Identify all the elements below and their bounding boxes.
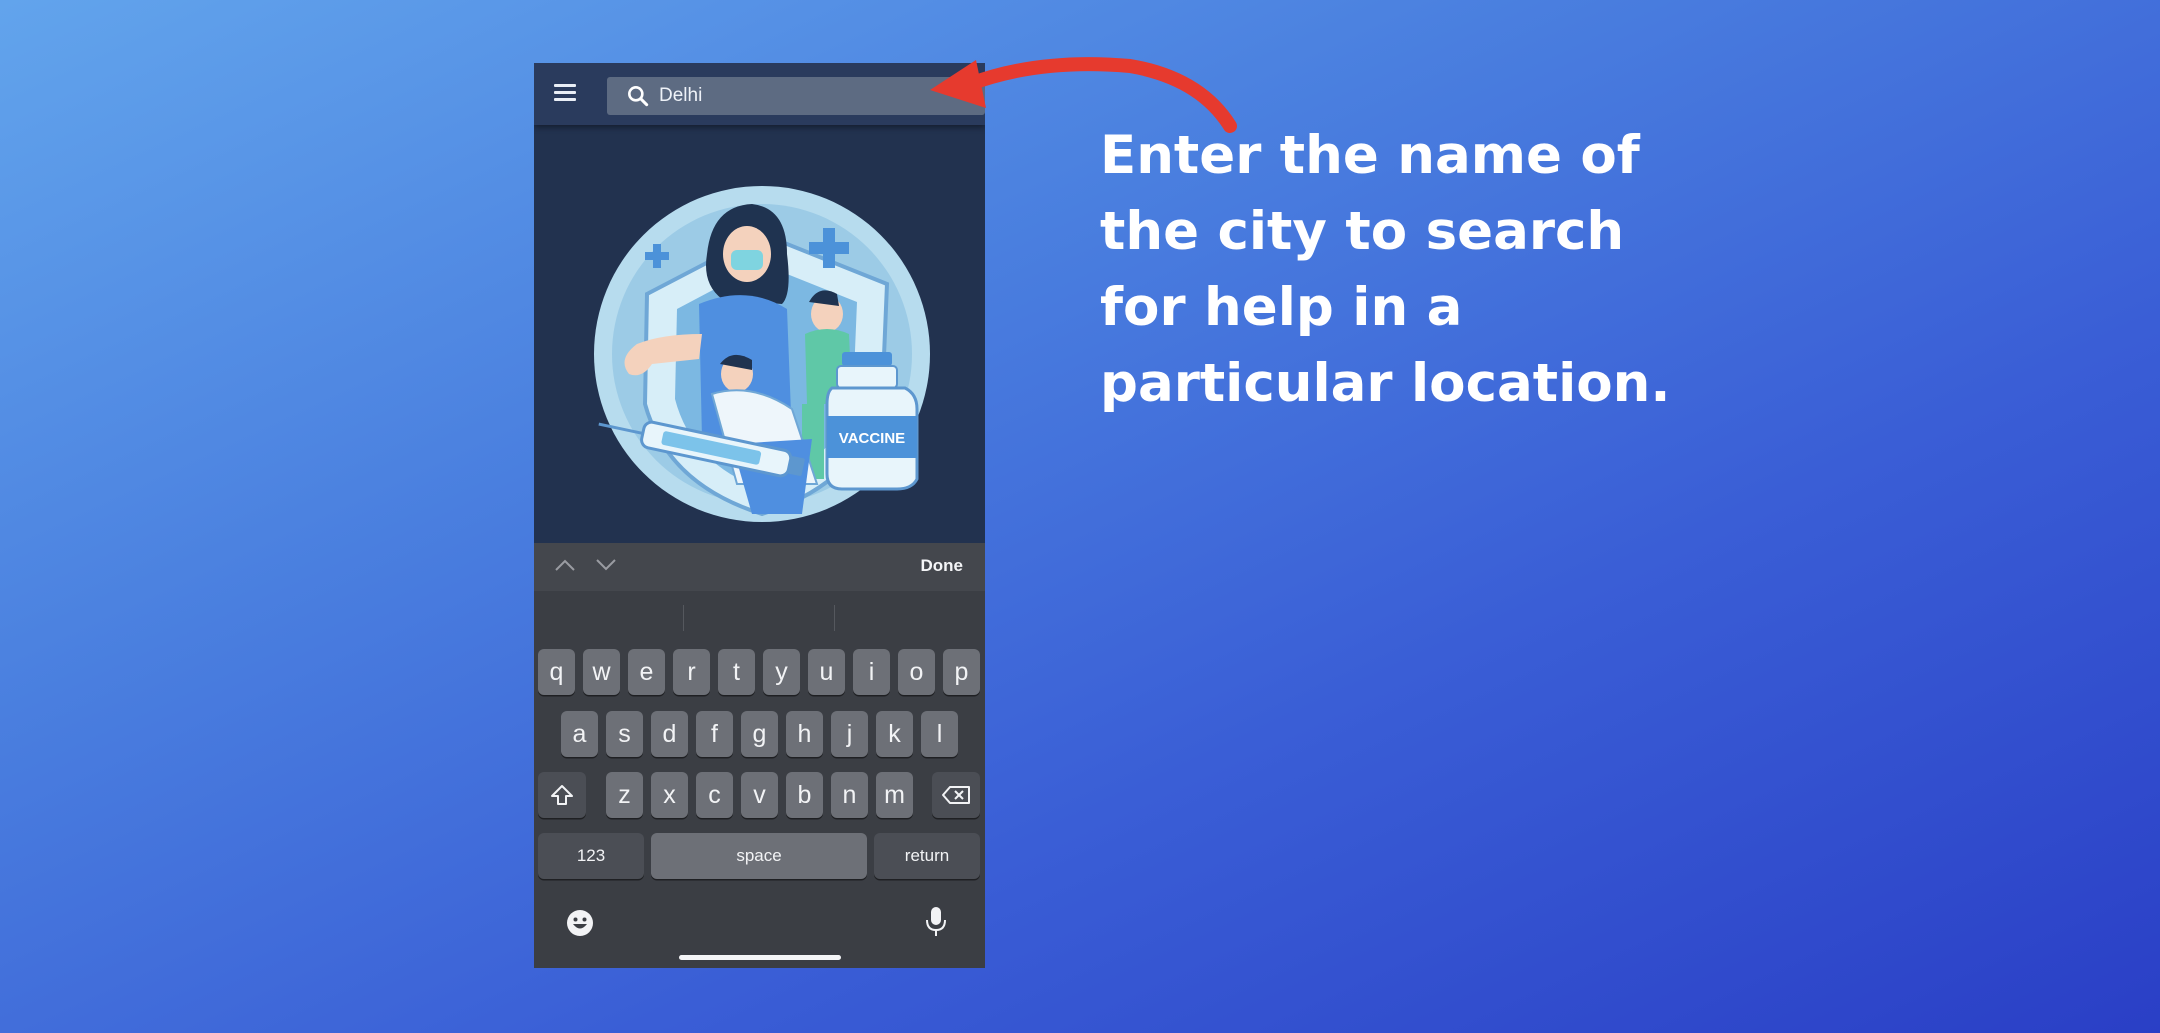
key-r[interactable]: r (673, 649, 710, 695)
done-button[interactable]: Done (921, 556, 964, 576)
space-key[interactable]: space (651, 833, 867, 879)
key-e[interactable]: e (628, 649, 665, 695)
key-x[interactable]: x (651, 772, 688, 818)
key-w[interactable]: w (583, 649, 620, 695)
phone-screen: VACCINE Done q w e r t y u i o p a s d f… (534, 63, 985, 968)
chevron-down-icon[interactable] (595, 558, 617, 572)
search-input[interactable] (659, 85, 919, 107)
instruction-caption: Enter the name of the city to search for… (1100, 118, 1700, 422)
key-j[interactable]: j (831, 711, 868, 757)
hamburger-menu-icon[interactable] (554, 84, 576, 104)
numbers-key[interactable]: 123 (538, 833, 644, 879)
caption-line-1: Enter the name of (1100, 125, 1640, 186)
key-q[interactable]: q (538, 649, 575, 695)
search-icon (628, 86, 649, 107)
key-o[interactable]: o (898, 649, 935, 695)
emoji-icon[interactable] (565, 908, 595, 938)
key-c[interactable]: c (696, 772, 733, 818)
return-key[interactable]: return (874, 833, 980, 879)
keyboard: Done q w e r t y u i o p a s d f g h j k… (534, 543, 985, 968)
key-m[interactable]: m (876, 772, 913, 818)
key-t[interactable]: t (718, 649, 755, 695)
suggestion-bar (534, 591, 985, 643)
backspace-icon (942, 786, 970, 804)
caption-line-3: for help in a (1100, 277, 1463, 338)
key-u[interactable]: u (808, 649, 845, 695)
caption-line-2: the city to search (1100, 201, 1625, 262)
key-v[interactable]: v (741, 772, 778, 818)
shift-key[interactable] (538, 772, 586, 818)
key-s[interactable]: s (606, 711, 643, 757)
key-i[interactable]: i (853, 649, 890, 695)
key-f[interactable]: f (696, 711, 733, 757)
backspace-key[interactable] (932, 772, 980, 818)
microphone-icon[interactable] (924, 905, 948, 939)
key-k[interactable]: k (876, 711, 913, 757)
home-indicator (679, 955, 841, 960)
key-y[interactable]: y (763, 649, 800, 695)
vaccination-illustration: VACCINE (594, 186, 930, 522)
key-a[interactable]: a (561, 711, 598, 757)
key-n[interactable]: n (831, 772, 868, 818)
chevron-up-icon[interactable] (554, 558, 576, 572)
vaccine-label: VACCINE (839, 430, 905, 447)
key-d[interactable]: d (651, 711, 688, 757)
key-b[interactable]: b (786, 772, 823, 818)
key-p[interactable]: p (943, 649, 980, 695)
shift-icon (551, 785, 573, 805)
caption-line-4: particular location. (1100, 353, 1671, 414)
keyboard-toolbar: Done (534, 543, 985, 591)
key-z[interactable]: z (606, 772, 643, 818)
key-h[interactable]: h (786, 711, 823, 757)
key-g[interactable]: g (741, 711, 778, 757)
key-l[interactable]: l (921, 711, 958, 757)
